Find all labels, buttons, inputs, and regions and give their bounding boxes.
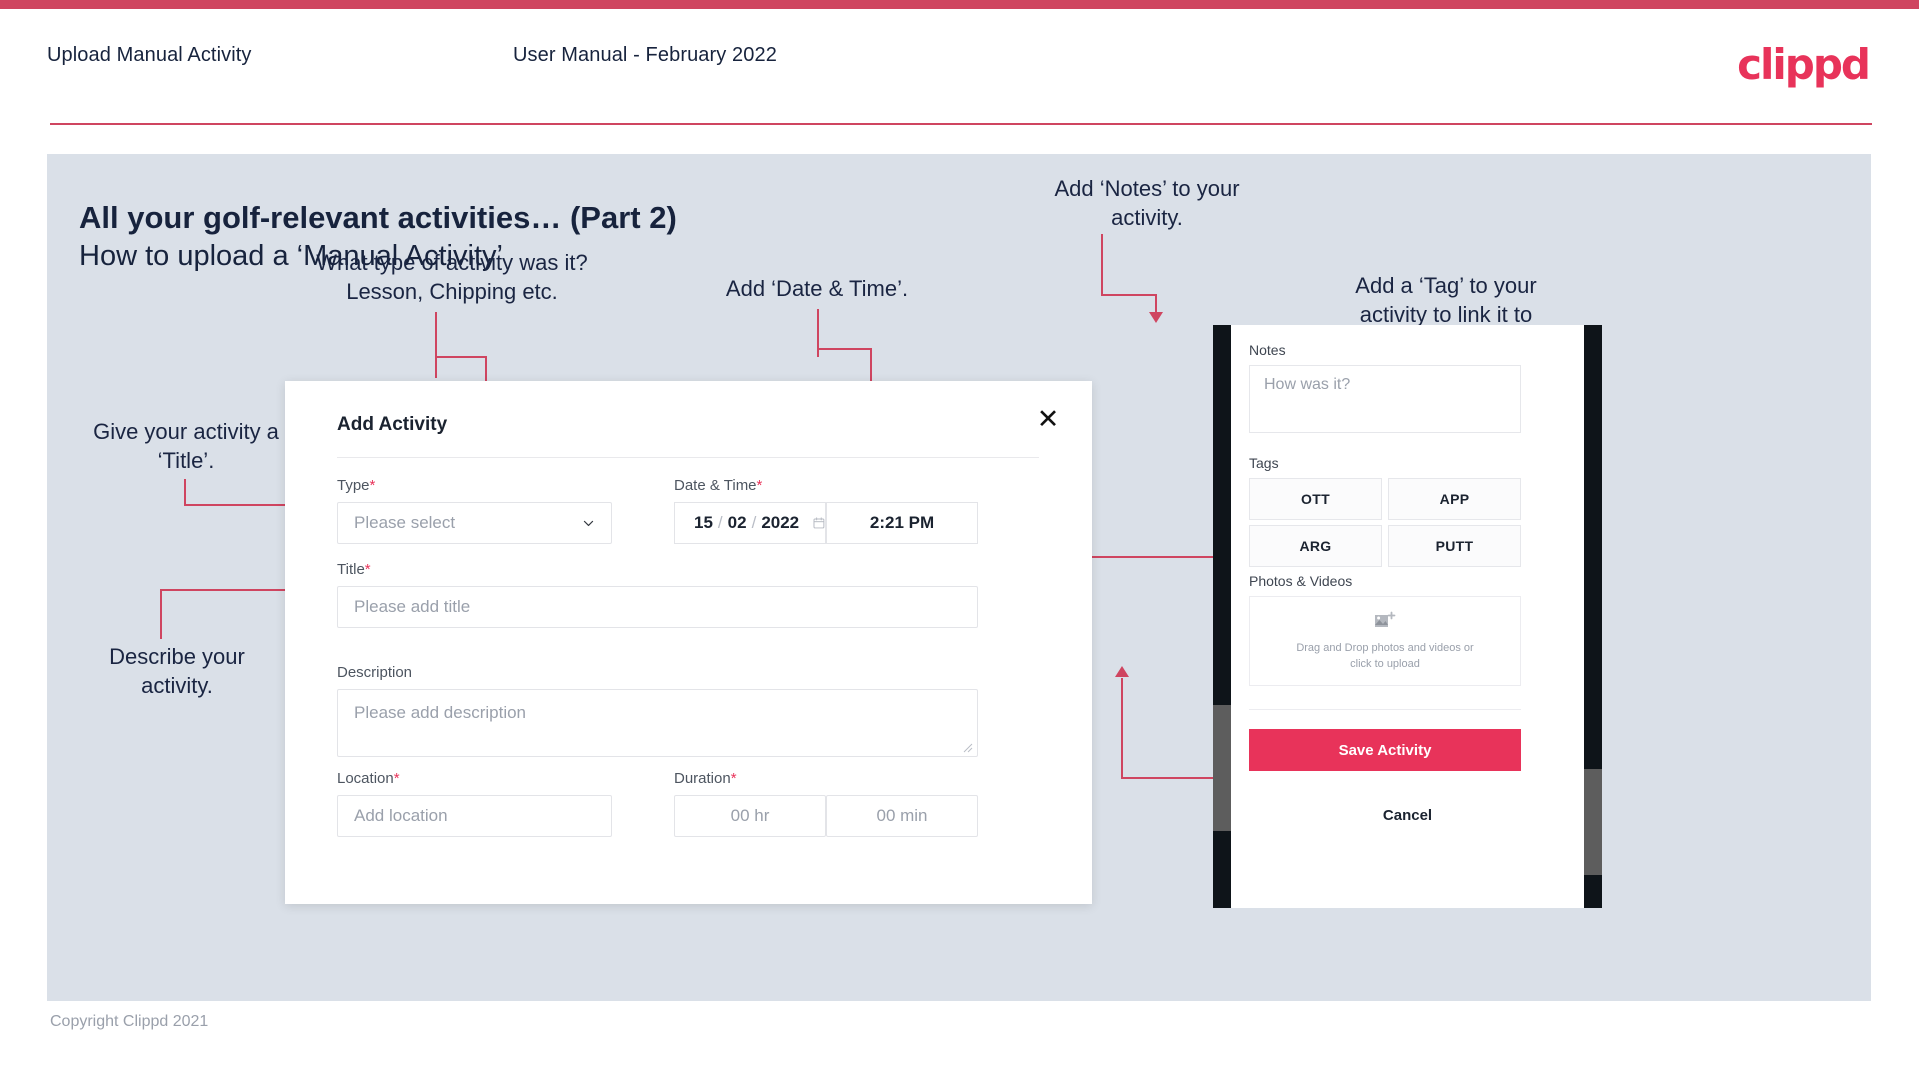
dropzone-line2: click to upload — [1350, 657, 1420, 670]
chevron-down-icon — [583, 520, 594, 527]
duration-label: Duration* — [674, 770, 737, 787]
duration-required: * — [730, 770, 737, 787]
resize-handle-icon[interactable] — [963, 743, 973, 753]
tags-label: Tags — [1249, 455, 1279, 471]
title-label: Title* — [337, 561, 371, 578]
location-label-text: Location — [337, 770, 394, 787]
duration-label-text: Duration — [674, 770, 731, 787]
location-input[interactable]: Add location — [337, 795, 612, 837]
top-accent-bar — [0, 0, 1919, 9]
datetime-required: * — [756, 477, 763, 494]
notes-placeholder: How was it? — [1264, 376, 1351, 393]
description-label: Description — [337, 664, 412, 681]
datetime-label-text: Date & Time — [674, 477, 757, 494]
cancel-button[interactable]: Cancel — [1231, 807, 1584, 824]
header-divider — [50, 123, 1872, 125]
location-placeholder: Add location — [354, 806, 448, 825]
date-month: 02 — [727, 513, 747, 532]
phone-button-right — [1584, 769, 1602, 875]
add-image-icon — [1375, 611, 1396, 627]
dropzone-line1: Drag and Drop photos and videos or — [1296, 641, 1474, 654]
duration-minutes-value: 00 min — [876, 806, 928, 825]
dropzone-text: Drag and Drop photos and videos or click… — [1296, 640, 1473, 672]
connector-title-h — [184, 504, 294, 506]
date-sep-1: / — [717, 513, 723, 532]
description-input[interactable]: Please add description — [337, 689, 978, 757]
photos-label: Photos & Videos — [1249, 573, 1353, 589]
datetime-label: Date & Time* — [674, 477, 762, 494]
type-label: Type* — [337, 477, 375, 494]
description-label-text: Description — [337, 664, 413, 681]
connector-desc-h — [160, 589, 288, 591]
document-subtitle: User Manual - February 2022 — [513, 44, 777, 66]
connector-save-v — [1121, 678, 1123, 778]
annotation-notes: Add ‘Notes’ to your activity. — [1054, 176, 1240, 230]
calendar-icon[interactable] — [813, 514, 825, 532]
connector-notes-v1 — [1101, 234, 1103, 296]
annotation-type: What type of activity was it? Lesson, Ch… — [316, 250, 588, 304]
connector-notes-arrow — [1149, 312, 1163, 323]
photo-dropzone[interactable]: Drag and Drop photos and videos or click… — [1249, 596, 1521, 686]
type-required: * — [369, 477, 376, 494]
title-label-text: Title — [337, 561, 365, 578]
location-label: Location* — [337, 770, 400, 787]
connector-type-h — [435, 356, 487, 358]
title-input[interactable]: Please add title — [337, 586, 978, 628]
tag-button-ott[interactable]: OTT — [1249, 478, 1382, 520]
connector-desc-v — [160, 589, 162, 639]
notes-input[interactable]: How was it? — [1249, 365, 1521, 433]
connector-notes-h — [1101, 294, 1157, 296]
location-required: * — [393, 770, 400, 787]
time-value: 2:21 PM — [869, 513, 935, 532]
dialog-divider — [337, 457, 1039, 458]
slide-page: Upload Manual Activity User Manual - Feb… — [0, 0, 1919, 1079]
description-placeholder: Please add description — [354, 703, 527, 722]
connector-dt-h — [817, 348, 872, 350]
duration-hours-input[interactable]: 00 hr — [674, 795, 826, 837]
footer-copyright: Copyright Clippd 2021 — [50, 1013, 209, 1030]
close-icon[interactable]: ✕ — [1033, 406, 1063, 436]
type-label-text: Type — [337, 477, 370, 494]
tag-button-putt[interactable]: PUTT — [1388, 525, 1521, 567]
clippd-logo: clippd — [1737, 40, 1871, 89]
date-day: 15 — [694, 513, 713, 532]
phone-divider — [1249, 709, 1521, 710]
phone-screen: Notes How was it? Tags OTT APP ARG PUTT … — [1231, 325, 1584, 908]
duration-hours-value: 00 hr — [730, 806, 770, 825]
date-year: 2022 — [761, 513, 800, 532]
duration-minutes-input[interactable]: 00 min — [826, 795, 978, 837]
connector-title-v — [184, 479, 186, 505]
dialog-title: Add Activity — [337, 414, 448, 435]
type-placeholder: Please select — [354, 513, 456, 532]
phone-button-left — [1213, 705, 1231, 831]
time-input[interactable]: 2:21 PM — [826, 502, 978, 544]
annotation-description: Describe your activity. — [109, 644, 245, 698]
phone-mockup: Notes How was it? Tags OTT APP ARG PUTT … — [1213, 325, 1602, 908]
connector-save-arrow — [1115, 666, 1129, 677]
annotation-datetime: Add ‘Date & Time’. — [725, 276, 909, 301]
title-placeholder: Please add title — [354, 597, 471, 616]
add-activity-dialog: Add Activity ✕ Type* Please select Date … — [285, 381, 1092, 904]
slide-heading: All your golf-relevant activities… (Part… — [79, 200, 677, 235]
type-select[interactable]: Please select — [337, 502, 612, 544]
date-input[interactable]: 15 / 02 / 2022 — [674, 502, 826, 544]
date-sep-2: / — [751, 513, 757, 532]
title-required: * — [364, 561, 371, 578]
save-activity-button[interactable]: Save Activity — [1249, 729, 1521, 771]
page-title: Upload Manual Activity — [47, 44, 252, 66]
tag-button-arg[interactable]: ARG — [1249, 525, 1382, 567]
notes-label: Notes — [1249, 342, 1286, 358]
connector-type-v1 — [435, 312, 437, 378]
tag-button-app[interactable]: APP — [1388, 478, 1521, 520]
